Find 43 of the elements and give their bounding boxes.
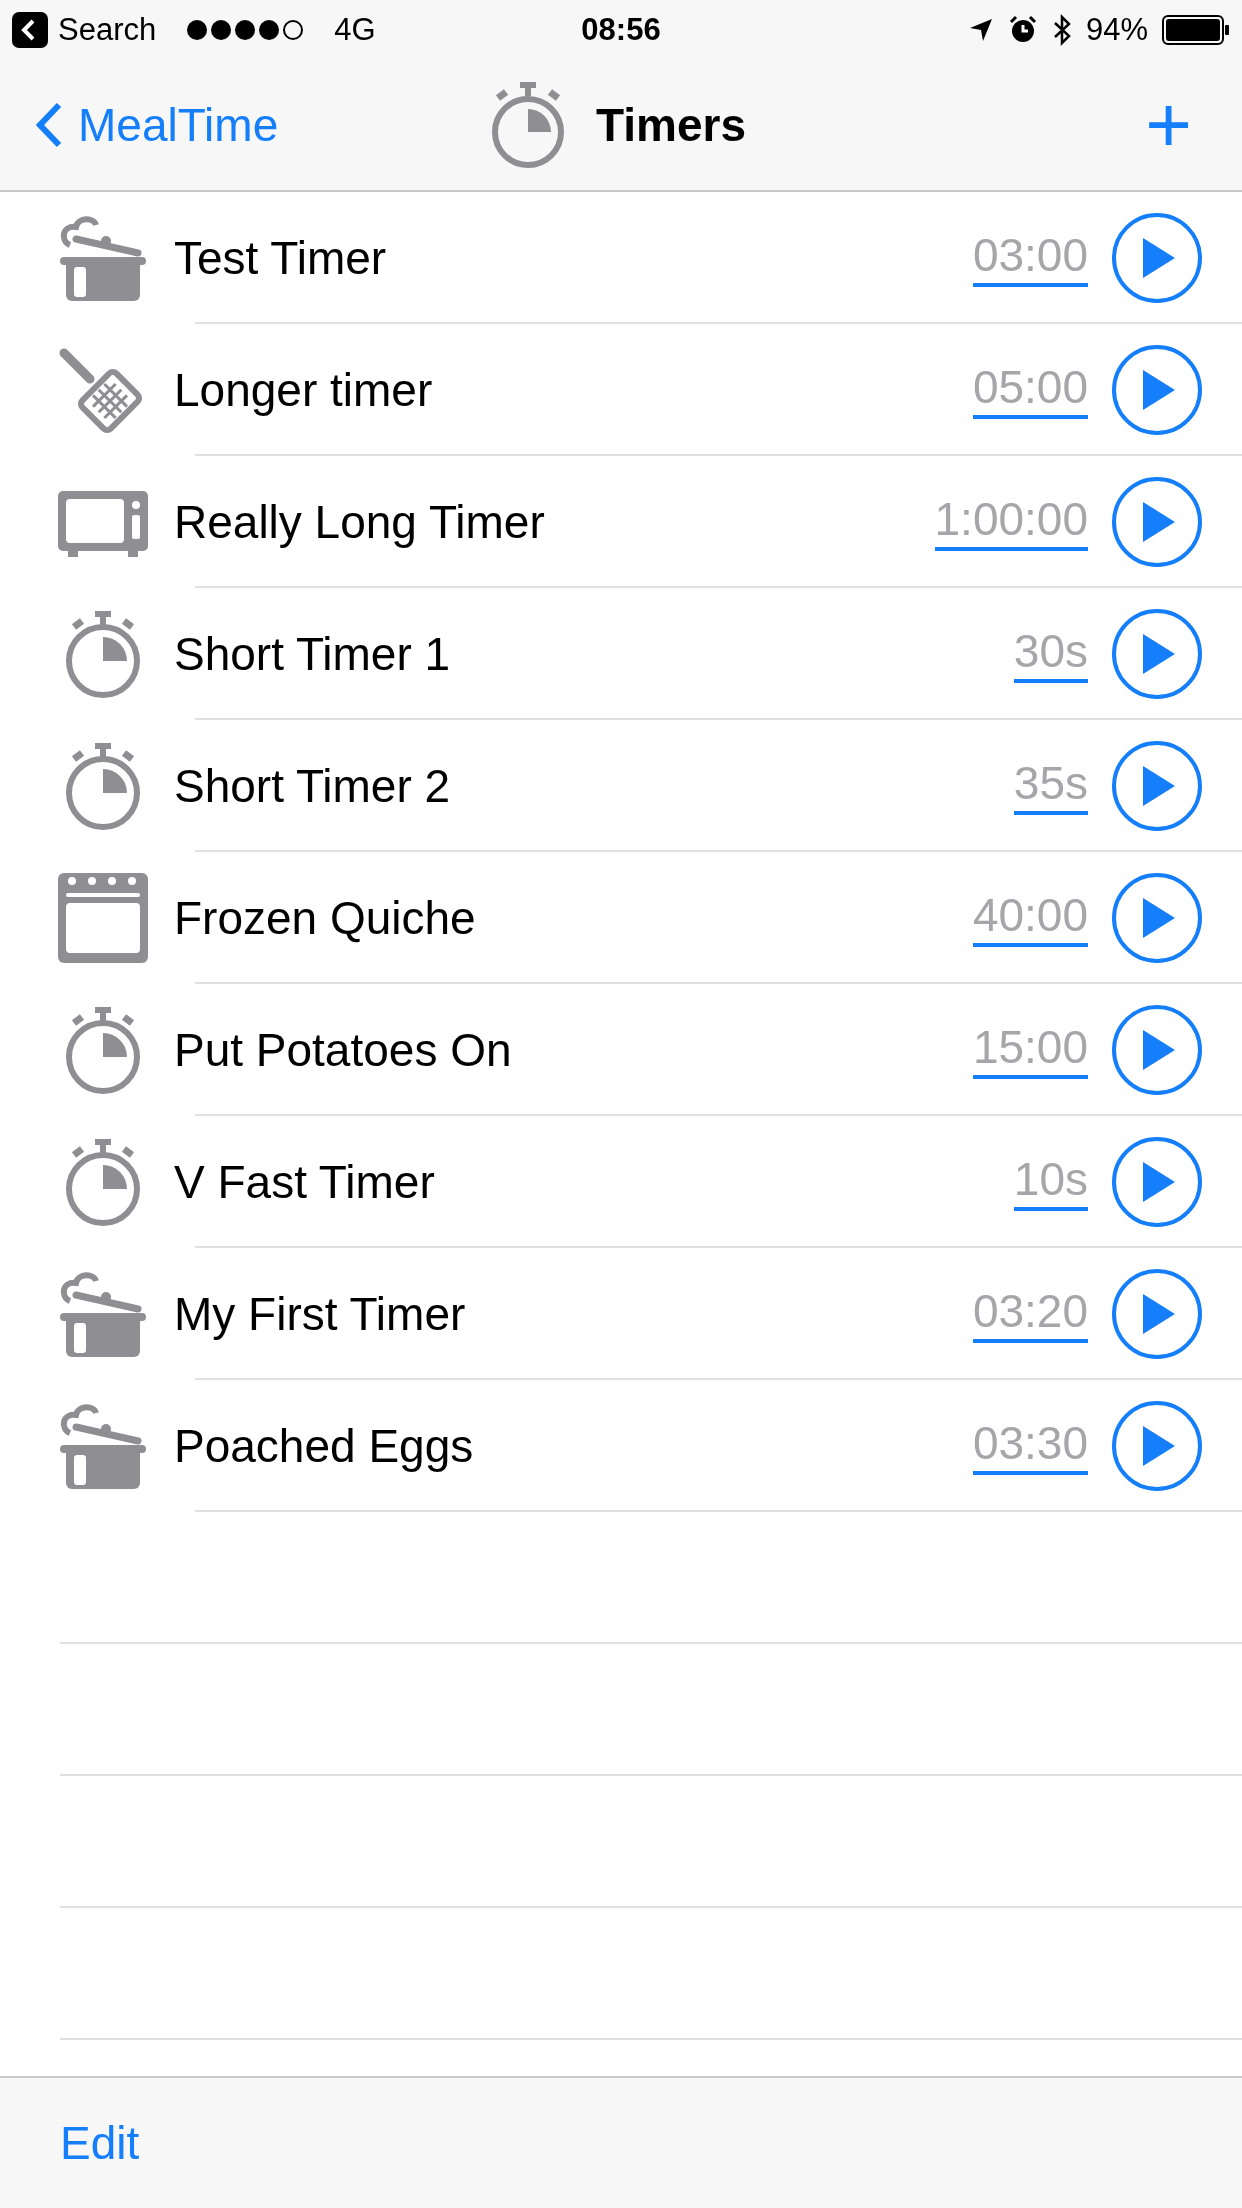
duration-field[interactable]: 03:20 <box>972 1285 1088 1343</box>
play-button[interactable] <box>1112 609 1202 699</box>
battery-percentage: 94% <box>1085 10 1148 49</box>
timer-name[interactable]: Poached Eggs <box>174 1411 474 1481</box>
edit-button[interactable]: Edit <box>60 2108 140 2178</box>
timer-name[interactable]: Put Potatoes On <box>174 1015 512 1085</box>
duration-field[interactable]: 1:00:00 <box>934 493 1088 551</box>
duration-field[interactable]: 03:00 <box>972 229 1088 287</box>
status-time: 08:56 <box>581 10 661 49</box>
timer-name[interactable]: Frozen Quiche <box>174 883 476 953</box>
timer-name[interactable]: V Fast Timer <box>174 1147 435 1217</box>
timer-name[interactable]: Short Timer 1 <box>174 619 451 689</box>
battery-icon <box>1162 15 1230 45</box>
timer-name[interactable]: Short Timer 2 <box>174 751 451 821</box>
duration-field[interactable]: 15:00 <box>972 1021 1088 1079</box>
timer-name[interactable]: Test Timer <box>174 223 387 293</box>
timer-name[interactable]: My First Timer <box>174 1279 466 1349</box>
play-button[interactable] <box>1112 1401 1202 1491</box>
duration-field[interactable]: 40:00 <box>972 889 1088 947</box>
back-app-label[interactable]: Search <box>58 6 157 54</box>
play-button[interactable] <box>1112 345 1202 435</box>
alarm-icon <box>1007 15 1038 45</box>
oven-icon <box>56 871 150 965</box>
play-button[interactable] <box>1112 213 1202 303</box>
play-button[interactable] <box>1112 873 1202 963</box>
back-button[interactable]: MealTime <box>36 90 279 160</box>
duration-field[interactable]: 35s <box>1013 757 1088 815</box>
play-button[interactable] <box>1112 477 1202 567</box>
play-button[interactable] <box>1112 1137 1202 1227</box>
duration-field[interactable]: 30s <box>1013 625 1088 683</box>
play-button[interactable] <box>1112 1269 1202 1359</box>
play-button[interactable] <box>1112 741 1202 831</box>
duration-field[interactable]: 10s <box>1013 1153 1088 1211</box>
duration-field[interactable]: 03:30 <box>972 1417 1088 1475</box>
play-button[interactable] <box>1112 1005 1202 1095</box>
add-button[interactable]: + <box>1145 85 1192 165</box>
back-app-icon[interactable] <box>12 12 48 48</box>
nav-title: Timers <box>596 97 747 153</box>
timer-name[interactable]: Longer timer <box>174 355 433 425</box>
chevron-left-icon <box>36 102 62 148</box>
duration-field[interactable]: 05:00 <box>972 361 1088 419</box>
timer-name[interactable]: Really Long Timer <box>174 487 545 557</box>
network-type: 4G <box>334 10 376 49</box>
